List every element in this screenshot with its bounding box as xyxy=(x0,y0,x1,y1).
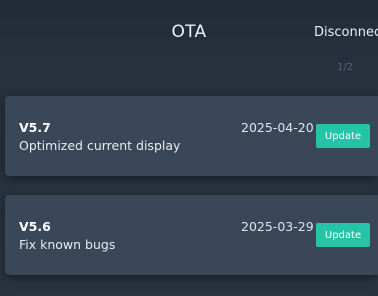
firmware-date: 2025-04-20 xyxy=(241,120,314,135)
disconnect-button[interactable]: Disconnect xyxy=(314,25,378,40)
firmware-date: 2025-03-29 xyxy=(241,219,314,234)
firmware-version: V5.7 xyxy=(19,120,51,135)
firmware-item: V5.6 Fix known bugs 2025-03-29 Update xyxy=(5,195,378,275)
page-indicator: 1/2 xyxy=(337,62,354,73)
ota-screen: OTA Disconnect 1/2 V5.7 Optimized curren… xyxy=(0,0,378,296)
firmware-description: Fix known bugs xyxy=(19,237,116,252)
update-button[interactable]: Update xyxy=(316,124,370,148)
header-bar: OTA Disconnect 1/2 xyxy=(0,0,378,73)
firmware-version: V5.6 xyxy=(19,219,51,234)
firmware-item: V5.7 Optimized current display 2025-04-2… xyxy=(5,96,378,176)
firmware-description: Optimized current display xyxy=(19,138,181,153)
update-button[interactable]: Update xyxy=(316,223,370,247)
